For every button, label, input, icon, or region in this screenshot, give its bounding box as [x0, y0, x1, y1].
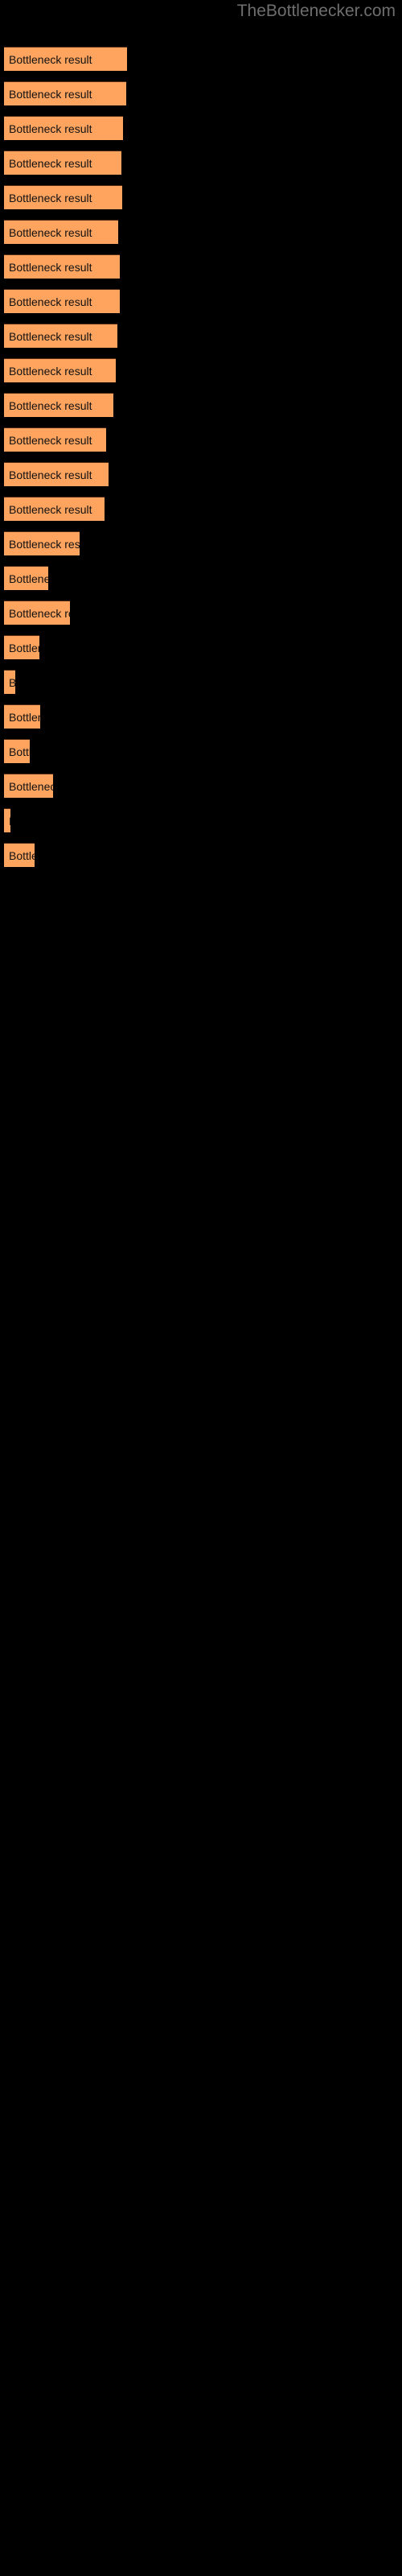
- bar: Bottleneck result: [4, 393, 113, 417]
- chart-plot-area: Bottleneck result Bottleneck result Bottle…: [0, 0, 402, 2576]
- bar-row: Bottleneck result: [4, 116, 123, 140]
- bar-label: Bottleneck result: [9, 434, 92, 447]
- bar-row: Bottleneck result: [4, 670, 15, 694]
- bar-label: Bottleneck result: [9, 365, 92, 378]
- bar-label: Bottleneck result: [9, 780, 53, 793]
- bar-label: Bottleneck result: [9, 122, 92, 135]
- bar-row: Bottleneck result: [4, 739, 30, 763]
- bar: Bottleneck result: [4, 116, 123, 140]
- bar-row: Bottleneck result: [4, 289, 120, 313]
- bar-label: Bottleneck result: [9, 676, 15, 689]
- bar-label: Bottleneck result: [9, 226, 92, 239]
- bar-label: Bottleneck result: [9, 849, 35, 862]
- bar-label: Bottleneck result: [9, 399, 92, 412]
- bar: Bottleneck result: [4, 358, 116, 382]
- bar: Bottleneck result: [4, 704, 40, 729]
- bar-label: Bottleneck result: [9, 711, 40, 724]
- bar: Bottleneck result: [4, 497, 105, 521]
- bar-row: Bottleneck result: [4, 531, 80, 555]
- bar-row: Bottleneck result: [4, 254, 120, 279]
- bar-label: Bottleneck result: [9, 538, 80, 551]
- bar-row: Bottleneck result: [4, 774, 53, 798]
- bar: Bottleneck result: [4, 531, 80, 555]
- bar-label: Bottleneck result: [9, 572, 48, 585]
- bar-row: Bottleneck result: [4, 566, 48, 590]
- bar: Bottleneck result: [4, 739, 30, 763]
- bar-label: Bottleneck result: [9, 295, 92, 308]
- bar-label: Bottleneck result: [9, 330, 92, 343]
- bar: Bottleneck result: [4, 324, 117, 348]
- bar-row: Bottleneck result: [4, 47, 127, 71]
- bar-row: Bottleneck result: [4, 81, 126, 105]
- bar: Bottleneck result: [4, 47, 127, 71]
- bar-label: Bottleneck result: [9, 642, 39, 654]
- bar: Bottleneck result: [4, 462, 109, 486]
- bar: Bottleneck result: [4, 185, 122, 209]
- bar-row: Bottleneck result: [4, 808, 10, 832]
- bar-row: Bottleneck result: [4, 220, 118, 244]
- bar: Bottleneck result: [4, 81, 126, 105]
- bar: Bottleneck result: [4, 774, 53, 798]
- bar-row: Bottleneck result: [4, 704, 40, 729]
- bar: Bottleneck result: [4, 151, 121, 175]
- bar-label: Bottleneck result: [9, 157, 92, 170]
- bar: Bottleneck result: [4, 601, 70, 625]
- bar: Bottleneck result: [4, 220, 118, 244]
- bar-row: Bottleneck result: [4, 358, 116, 382]
- bar: Bottleneck result: [4, 808, 10, 832]
- bar-label: Bottleneck result: [9, 192, 92, 204]
- bar-label: Bottleneck result: [9, 469, 92, 481]
- bar-row: Bottleneck result: [4, 185, 122, 209]
- bar-row: Bottleneck result: [4, 843, 35, 867]
- bar-row: Bottleneck result: [4, 635, 39, 659]
- bar-label: Bottleneck result: [9, 745, 30, 758]
- bar-row: Bottleneck result: [4, 324, 117, 348]
- bar-row: Bottleneck result: [4, 462, 109, 486]
- bar-row: Bottleneck result: [4, 601, 70, 625]
- bottleneck-chart-root: TheBottlenecker.com Bottleneck result Bot…: [0, 0, 402, 2576]
- bar: Bottleneck result: [4, 289, 120, 313]
- bar: Bottleneck result: [4, 670, 15, 694]
- bar-row: Bottleneck result: [4, 427, 106, 452]
- bar: Bottleneck result: [4, 427, 106, 452]
- bar-label: Bottleneck result: [9, 88, 92, 101]
- bar-label: Bottleneck result: [9, 607, 70, 620]
- bar-row: Bottleneck result: [4, 393, 113, 417]
- bar-label: Bottleneck result: [9, 53, 92, 66]
- bar: Bottleneck result: [4, 566, 48, 590]
- bar-label: Bottleneck result: [9, 261, 92, 274]
- bar: Bottleneck result: [4, 843, 35, 867]
- bar-row: Bottleneck result: [4, 497, 105, 521]
- bar-label: Bottleneck result: [9, 503, 92, 516]
- bar: Bottleneck result: [4, 635, 39, 659]
- bar-label: Bottleneck result: [9, 809, 10, 833]
- bar-row: Bottleneck result: [4, 151, 121, 175]
- bar: Bottleneck result: [4, 254, 120, 279]
